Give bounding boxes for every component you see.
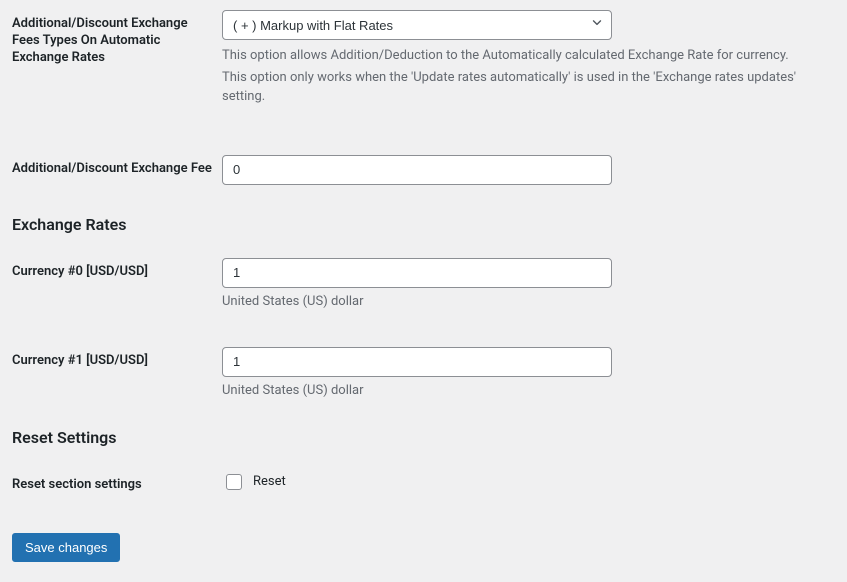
reset-settings-heading: Reset Settings <box>12 428 827 447</box>
currency-1-label: Currency #1 [USD/USD] <box>12 347 222 370</box>
currency-1-input[interactable] <box>222 347 612 377</box>
currency-0-sub: United States (US) dollar <box>222 294 827 309</box>
reset-checkbox-label: Reset <box>253 474 286 489</box>
save-button[interactable]: Save changes <box>12 533 120 562</box>
fees-type-label: Additional/Discount Exchange Fees Types … <box>12 10 222 67</box>
exchange-rates-heading: Exchange Rates <box>12 215 827 234</box>
fee-label: Additional/Discount Exchange Fee <box>12 155 222 178</box>
fees-type-help-1: This option allows Addition/Deduction to… <box>222 46 827 66</box>
fees-type-help-2: This option only works when the 'Update … <box>222 68 827 107</box>
fees-type-select[interactable]: ( + ) Markup with Flat Rates <box>222 10 612 40</box>
currency-0-label: Currency #0 [USD/USD] <box>12 258 222 281</box>
currency-0-input[interactable] <box>222 258 612 288</box>
fee-input[interactable] <box>222 155 612 185</box>
reset-checkbox[interactable] <box>226 474 242 490</box>
currency-1-sub: United States (US) dollar <box>222 383 827 398</box>
reset-label: Reset section settings <box>12 471 222 494</box>
